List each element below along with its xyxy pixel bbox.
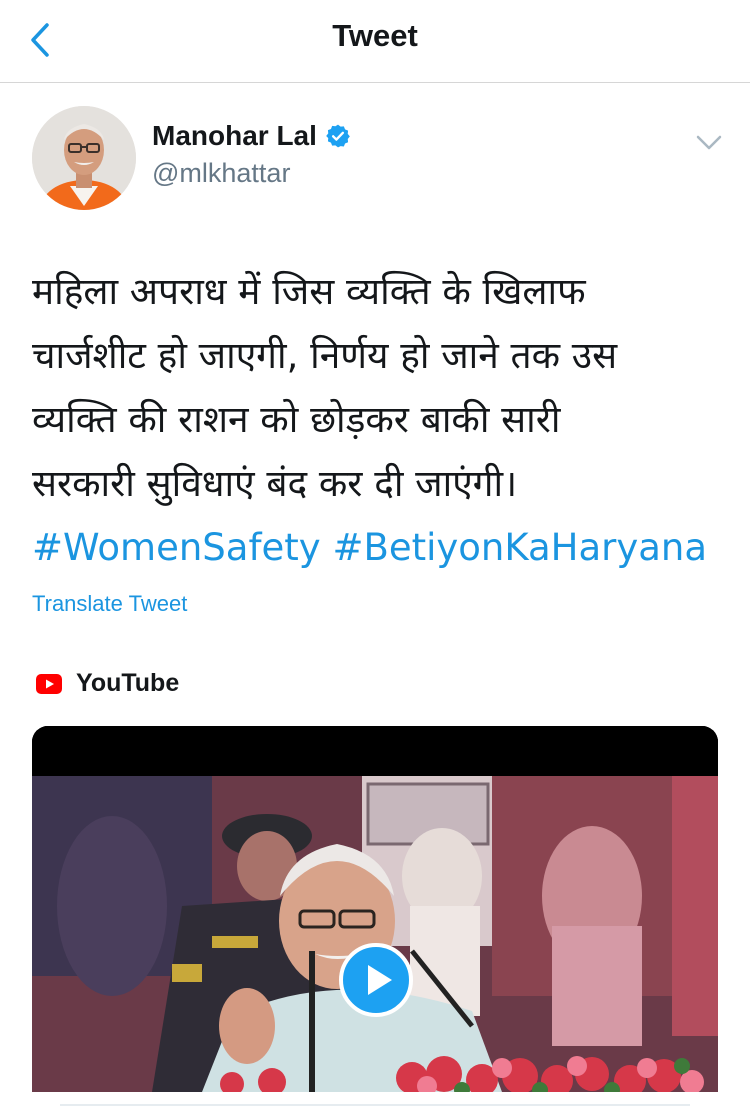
chevron-down-icon[interactable] [694,130,724,154]
tweet-text-line: व्यक्ति की राशन को छोड़कर बाकी सारी [32,398,561,441]
play-icon[interactable] [339,943,413,1017]
tweet-text-line: चार्जशीट हो जाएगी, निर्णय हो जाने तक उस [32,334,618,377]
tweet-text-line: महिला अपराध में जिस व्यक्ति के खिलाफ [32,270,586,313]
page-title: Tweet [332,18,418,53]
hashtag-link[interactable]: #BetiyonKaHaryana [332,526,707,569]
avatar-image [32,106,136,210]
media-source: YouTube [36,669,179,698]
author-name-row[interactable]: Manohar Lal [152,120,351,152]
tweet-text-line: सरकारी सुविधाएं बंद कर दी जाएंगी। [32,462,518,505]
divider [60,1104,690,1106]
hashtag-link[interactable]: #WomenSafety [32,526,321,569]
avatar[interactable] [32,106,136,210]
hashtag-line: #WomenSafety #BetiyonKaHaryana [32,516,722,580]
video-frame-image [32,726,718,1092]
author-name: Manohar Lal [152,120,317,151]
author-handle[interactable]: @mlkhattar [152,158,290,189]
tweet-text: महिला अपराध में जिस व्यक्ति के खिलाफ चार… [32,260,722,580]
media-source-name: YouTube [76,669,180,697]
navigation-bar: Tweet [0,0,750,83]
verified-badge-icon [326,124,350,148]
translate-tweet-link[interactable]: Translate Tweet [32,591,187,617]
youtube-icon [36,673,62,694]
video-thumbnail[interactable] [32,726,718,1092]
